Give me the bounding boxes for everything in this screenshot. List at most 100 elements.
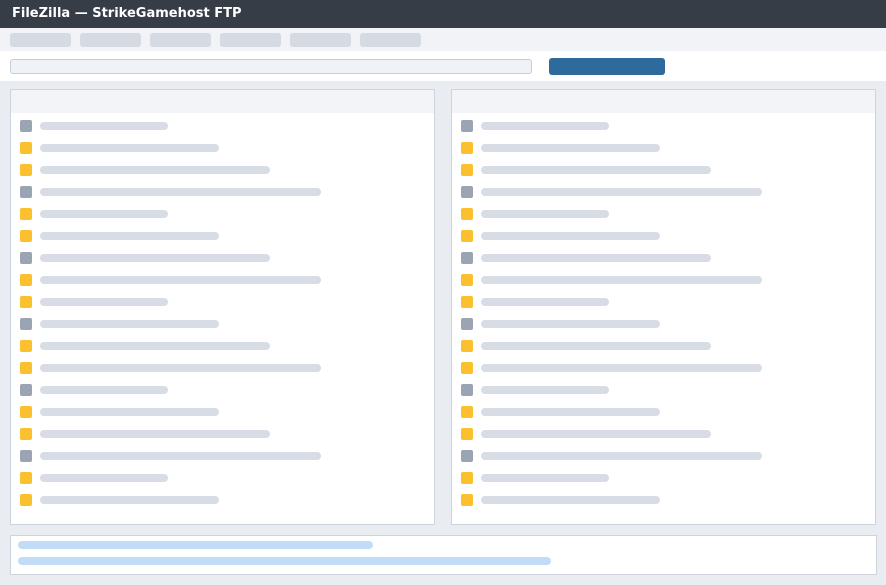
- file-list-row[interactable]: [11, 229, 434, 251]
- folder-icon: [461, 384, 473, 396]
- file-name-placeholder: [481, 342, 711, 350]
- file-list-row[interactable]: [452, 185, 875, 207]
- file-icon: [20, 296, 32, 308]
- menu-item-1[interactable]: [10, 33, 71, 47]
- folder-icon: [20, 252, 32, 264]
- file-list-row[interactable]: [452, 119, 875, 141]
- window-title: FileZilla — StrikeGamehost FTP: [0, 0, 886, 28]
- file-list-row[interactable]: [452, 405, 875, 427]
- file-list-row[interactable]: [452, 141, 875, 163]
- file-list-row[interactable]: [452, 427, 875, 449]
- file-icon: [461, 142, 473, 154]
- menu-item-4[interactable]: [220, 33, 281, 47]
- file-list-row[interactable]: [11, 449, 434, 471]
- file-name-placeholder: [40, 276, 321, 284]
- file-name-placeholder: [481, 364, 762, 372]
- file-list-row[interactable]: [11, 339, 434, 361]
- file-list-row[interactable]: [11, 119, 434, 141]
- file-list-row[interactable]: [11, 383, 434, 405]
- file-icon: [20, 208, 32, 220]
- folder-icon: [20, 318, 32, 330]
- file-icon: [20, 142, 32, 154]
- file-name-placeholder: [481, 496, 660, 504]
- file-list-row[interactable]: [11, 295, 434, 317]
- file-list-row[interactable]: [11, 361, 434, 383]
- file-list-row[interactable]: [452, 251, 875, 273]
- remote-pane-header: [452, 90, 875, 113]
- file-list-row[interactable]: [452, 383, 875, 405]
- file-list-row[interactable]: [452, 471, 875, 493]
- file-name-placeholder: [481, 210, 609, 218]
- folder-icon: [20, 120, 32, 132]
- file-list-row[interactable]: [11, 493, 434, 515]
- file-list-row[interactable]: [452, 229, 875, 251]
- file-list-row[interactable]: [452, 317, 875, 339]
- file-list-row[interactable]: [11, 317, 434, 339]
- quickconnect-bar: [0, 51, 886, 81]
- file-name-placeholder: [40, 452, 321, 460]
- remote-file-pane: [451, 89, 876, 525]
- file-list-row[interactable]: [11, 405, 434, 427]
- file-list-row[interactable]: [11, 471, 434, 493]
- file-name-placeholder: [40, 386, 168, 394]
- file-icon: [20, 164, 32, 176]
- file-icon: [20, 472, 32, 484]
- file-list-row[interactable]: [452, 493, 875, 515]
- file-name-placeholder: [481, 166, 711, 174]
- file-name-placeholder: [40, 122, 168, 130]
- file-icon: [461, 494, 473, 506]
- file-list-row[interactable]: [452, 361, 875, 383]
- connect-button[interactable]: [549, 58, 665, 75]
- folder-icon: [461, 120, 473, 132]
- file-list-row[interactable]: [11, 141, 434, 163]
- file-name-placeholder: [40, 474, 168, 482]
- file-name-placeholder: [40, 364, 321, 372]
- file-name-placeholder: [481, 452, 762, 460]
- file-list-row[interactable]: [452, 339, 875, 361]
- file-list-row[interactable]: [11, 427, 434, 449]
- menu-item-5[interactable]: [290, 33, 351, 47]
- file-name-placeholder: [40, 210, 168, 218]
- file-name-placeholder: [481, 232, 660, 240]
- folder-icon: [461, 252, 473, 264]
- folder-icon: [461, 318, 473, 330]
- file-list-row[interactable]: [11, 163, 434, 185]
- menu-item-3[interactable]: [150, 33, 211, 47]
- file-name-placeholder: [40, 342, 270, 350]
- message-log: [10, 535, 877, 575]
- file-name-placeholder: [40, 320, 219, 328]
- menu-item-6[interactable]: [360, 33, 421, 47]
- file-icon: [461, 208, 473, 220]
- folder-icon: [20, 450, 32, 462]
- file-list-row[interactable]: [11, 207, 434, 229]
- file-name-placeholder: [40, 408, 219, 416]
- file-name-placeholder: [481, 144, 660, 152]
- file-icon: [461, 362, 473, 374]
- file-list-row[interactable]: [452, 449, 875, 471]
- file-name-placeholder: [481, 188, 762, 196]
- file-name-placeholder: [481, 386, 609, 394]
- file-list-row[interactable]: [452, 273, 875, 295]
- file-list-row[interactable]: [11, 185, 434, 207]
- file-name-placeholder: [40, 298, 168, 306]
- file-name-placeholder: [40, 232, 219, 240]
- file-list-row[interactable]: [452, 295, 875, 317]
- file-list-row[interactable]: [452, 207, 875, 229]
- file-list-row[interactable]: [11, 273, 434, 295]
- file-icon: [20, 274, 32, 286]
- file-icon: [20, 494, 32, 506]
- folder-icon: [461, 186, 473, 198]
- menu-item-2[interactable]: [80, 33, 141, 47]
- log-line: [18, 557, 551, 565]
- file-list-row[interactable]: [11, 251, 434, 273]
- file-name-placeholder: [481, 298, 609, 306]
- file-name-placeholder: [481, 276, 762, 284]
- host-input[interactable]: [10, 59, 532, 74]
- file-name-placeholder: [40, 166, 270, 174]
- file-icon: [461, 428, 473, 440]
- file-name-placeholder: [40, 188, 321, 196]
- folder-icon: [20, 186, 32, 198]
- file-icon: [461, 230, 473, 242]
- file-icon: [461, 406, 473, 418]
- file-list-row[interactable]: [452, 163, 875, 185]
